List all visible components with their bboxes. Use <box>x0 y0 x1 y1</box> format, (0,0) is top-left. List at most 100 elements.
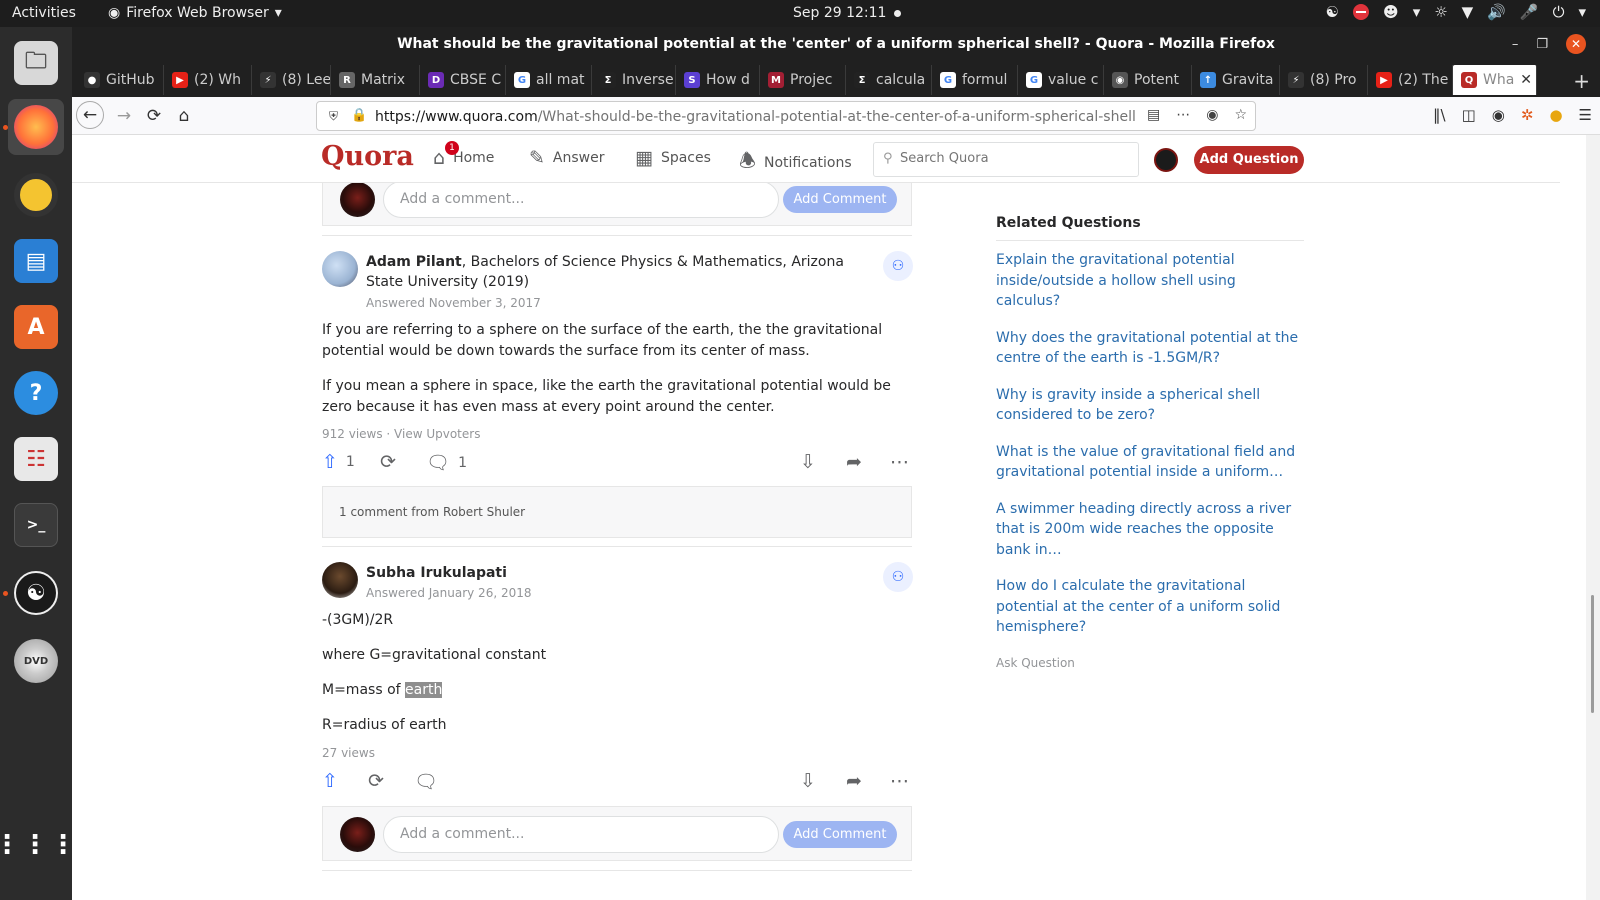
dock-firefox[interactable] <box>8 99 64 155</box>
dock-obs[interactable]: ☯ <box>8 565 64 621</box>
nav-spaces[interactable]: ▦ Spaces <box>635 147 711 169</box>
author-name[interactable]: Subha Irukulapati <box>366 565 507 581</box>
microphone-icon[interactable]: 🎤 <box>1520 3 1539 21</box>
system-tray[interactable]: ☯ ☻ ▾ ☼ ▼ 🔊 🎤 ⏻ ▾ <box>1326 3 1586 21</box>
browser-tab[interactable]: ▶ (2) The <box>1368 65 1453 95</box>
author-avatar[interactable] <box>322 562 358 598</box>
browser-tab[interactable]: S How d <box>676 65 760 95</box>
dock-reader[interactable]: ☷ <box>8 431 64 487</box>
more-options-button[interactable]: ⋯ <box>890 770 909 792</box>
scrollbar-thumb[interactable] <box>1591 595 1594 713</box>
search-box[interactable]: ⚲ <box>873 142 1139 177</box>
tracking-shield-icon[interactable]: ⛨ <box>329 109 338 124</box>
upvote-button[interactable]: ⇧ 1 <box>322 451 355 473</box>
comments-button[interactable]: 🗨 <box>414 770 438 793</box>
dock-help[interactable]: ? <box>8 365 64 421</box>
wifi-icon[interactable]: ▼ <box>1462 3 1474 21</box>
extension-info-icon[interactable]: ● <box>1549 106 1562 124</box>
dock-files[interactable]: 🗀 <box>8 35 64 91</box>
dock-terminal[interactable]: >_ <box>8 497 64 553</box>
more-options-button[interactable]: ⋯ <box>890 451 909 473</box>
reader-view-icon[interactable]: ▤ <box>1147 107 1160 123</box>
follow-author-icon[interactable]: ⚇ <box>883 251 913 281</box>
browser-tab[interactable]: Gformul <box>932 65 1018 95</box>
search-input[interactable] <box>900 151 1130 166</box>
browser-tab[interactable]: ● GitHub <box>76 65 164 95</box>
activities-button[interactable]: Activities <box>12 5 76 21</box>
author-name[interactable]: Adam Pilant <box>366 254 462 270</box>
forward-icon[interactable]: → <box>112 104 136 128</box>
comments-button[interactable]: 🗨 1 <box>426 451 467 474</box>
hamburger-menu-icon[interactable]: ☰ <box>1579 106 1592 124</box>
power-icon[interactable]: ⏻ <box>1553 3 1565 21</box>
browser-tab[interactable]: Gvalue c <box>1018 65 1104 95</box>
answer-date[interactable]: Answered January 26, 2018 <box>366 586 532 600</box>
lock-icon[interactable]: 🔒 <box>351 108 367 123</box>
browser-tab[interactable]: Gall mat <box>506 65 592 95</box>
nav-answer[interactable]: ✎ Answer <box>529 147 605 169</box>
browser-tab[interactable]: ⚡ (8) Lee <box>252 65 331 95</box>
chevron-down-icon[interactable]: ▾ <box>1578 3 1586 21</box>
close-icon[interactable]: ✕ <box>1566 34 1586 54</box>
add-comment-button[interactable]: Add Comment <box>783 821 897 848</box>
browser-tab[interactable]: ⚡ (8) Pro <box>1280 65 1368 95</box>
author-avatar[interactable] <box>322 251 358 287</box>
share-reshare-button[interactable]: ⟳ <box>380 451 396 473</box>
page-actions-icon[interactable]: ⋯ <box>1176 107 1190 123</box>
share-button[interactable]: ➦ <box>846 451 862 473</box>
reload-icon[interactable]: ⟳ <box>142 104 166 128</box>
accessibility-icon[interactable]: ☻ <box>1383 3 1399 21</box>
bookmark-star-icon[interactable]: ☆ <box>1234 107 1247 123</box>
maximize-icon[interactable]: ❐ <box>1536 37 1548 52</box>
home-icon[interactable]: ⌂ <box>172 104 196 128</box>
upvote-button[interactable]: ⇧ <box>322 770 338 792</box>
dock-software[interactable]: A <box>8 299 64 355</box>
browser-tab[interactable]: ↑ Gravita <box>1192 65 1280 95</box>
browser-tab[interactable]: Σ Inverse <box>592 65 676 95</box>
sidebar-icon[interactable]: ◫ <box>1462 106 1476 124</box>
extension-icon[interactable]: ✲ <box>1521 106 1534 124</box>
answer-views[interactable]: 27 views <box>322 746 375 760</box>
browser-tab[interactable]: ◉ Potent <box>1104 65 1192 95</box>
address-bar[interactable]: ⛨ 🔒 https://www.quora.com/What-should-be… <box>316 101 1256 131</box>
browser-tab[interactable]: Q Wha ✕ <box>1453 65 1537 95</box>
nav-notifications[interactable]: 🕭 Notifications <box>739 147 852 179</box>
close-tab-icon[interactable]: ✕ <box>1520 72 1532 88</box>
answer-views[interactable]: 912 views · View Upvoters <box>322 427 480 441</box>
answer-date[interactable]: Answered November 3, 2017 <box>366 296 541 310</box>
browser-tab[interactable]: D CBSE C <box>420 65 506 95</box>
related-question-link[interactable]: How do I calculate the gravitational pot… <box>996 576 1304 638</box>
obs-tray-icon[interactable]: ☯ <box>1326 3 1339 21</box>
show-applications-button[interactable]: ⋮⋮⋮ <box>0 817 76 873</box>
comment-preview[interactable]: 1 comment from Robert Shuler <box>322 486 912 538</box>
related-question-link[interactable]: Why is gravity inside a spherical shell … <box>996 385 1304 426</box>
related-question-link[interactable]: Why does the gravitational potential at … <box>996 328 1304 369</box>
chevron-down-icon[interactable]: ▾ <box>1413 3 1421 21</box>
minimize-icon[interactable]: – <box>1512 37 1519 52</box>
new-tab-icon[interactable]: + <box>1573 69 1590 93</box>
dock-rhythmbox[interactable] <box>8 167 64 223</box>
nav-home[interactable]: ⌂ 1 Home <box>433 141 494 169</box>
related-question-link[interactable]: Explain the gravitational potential insi… <box>996 250 1304 312</box>
related-question-link[interactable]: What is the value of gravitational field… <box>996 442 1304 483</box>
volume-icon[interactable]: 🔊 <box>1487 3 1506 21</box>
related-question-link[interactable]: A swimmer heading directly across a rive… <box>996 499 1304 561</box>
brightness-icon[interactable]: ☼ <box>1434 3 1447 21</box>
follow-author-icon[interactable]: ⚇ <box>883 562 913 592</box>
quora-logo[interactable]: Quora <box>321 141 414 172</box>
back-icon[interactable]: ← <box>76 101 104 129</box>
user-avatar[interactable] <box>1154 148 1178 172</box>
dock-writer[interactable]: ▤ <box>8 233 64 289</box>
browser-tab[interactable]: Σcalcula <box>846 65 932 95</box>
account-icon[interactable]: ◉ <box>1492 106 1505 124</box>
comment-input[interactable]: Add a comment... <box>383 181 779 218</box>
browser-tab[interactable]: ▶ (2) Wh <box>164 65 252 95</box>
page-scrollbar[interactable] <box>1586 135 1600 900</box>
url-text[interactable]: https://www.quora.com/What-should-be-the… <box>375 109 1136 125</box>
ask-question-link[interactable]: Ask Question <box>996 656 1304 670</box>
downvote-button[interactable]: ⇩ <box>800 770 816 792</box>
library-icon[interactable]: ‖\ <box>1433 106 1446 124</box>
downvote-button[interactable]: ⇩ <box>800 451 816 473</box>
browser-tab[interactable]: M Projec <box>760 65 846 95</box>
share-reshare-button[interactable]: ⟳ <box>368 770 384 792</box>
